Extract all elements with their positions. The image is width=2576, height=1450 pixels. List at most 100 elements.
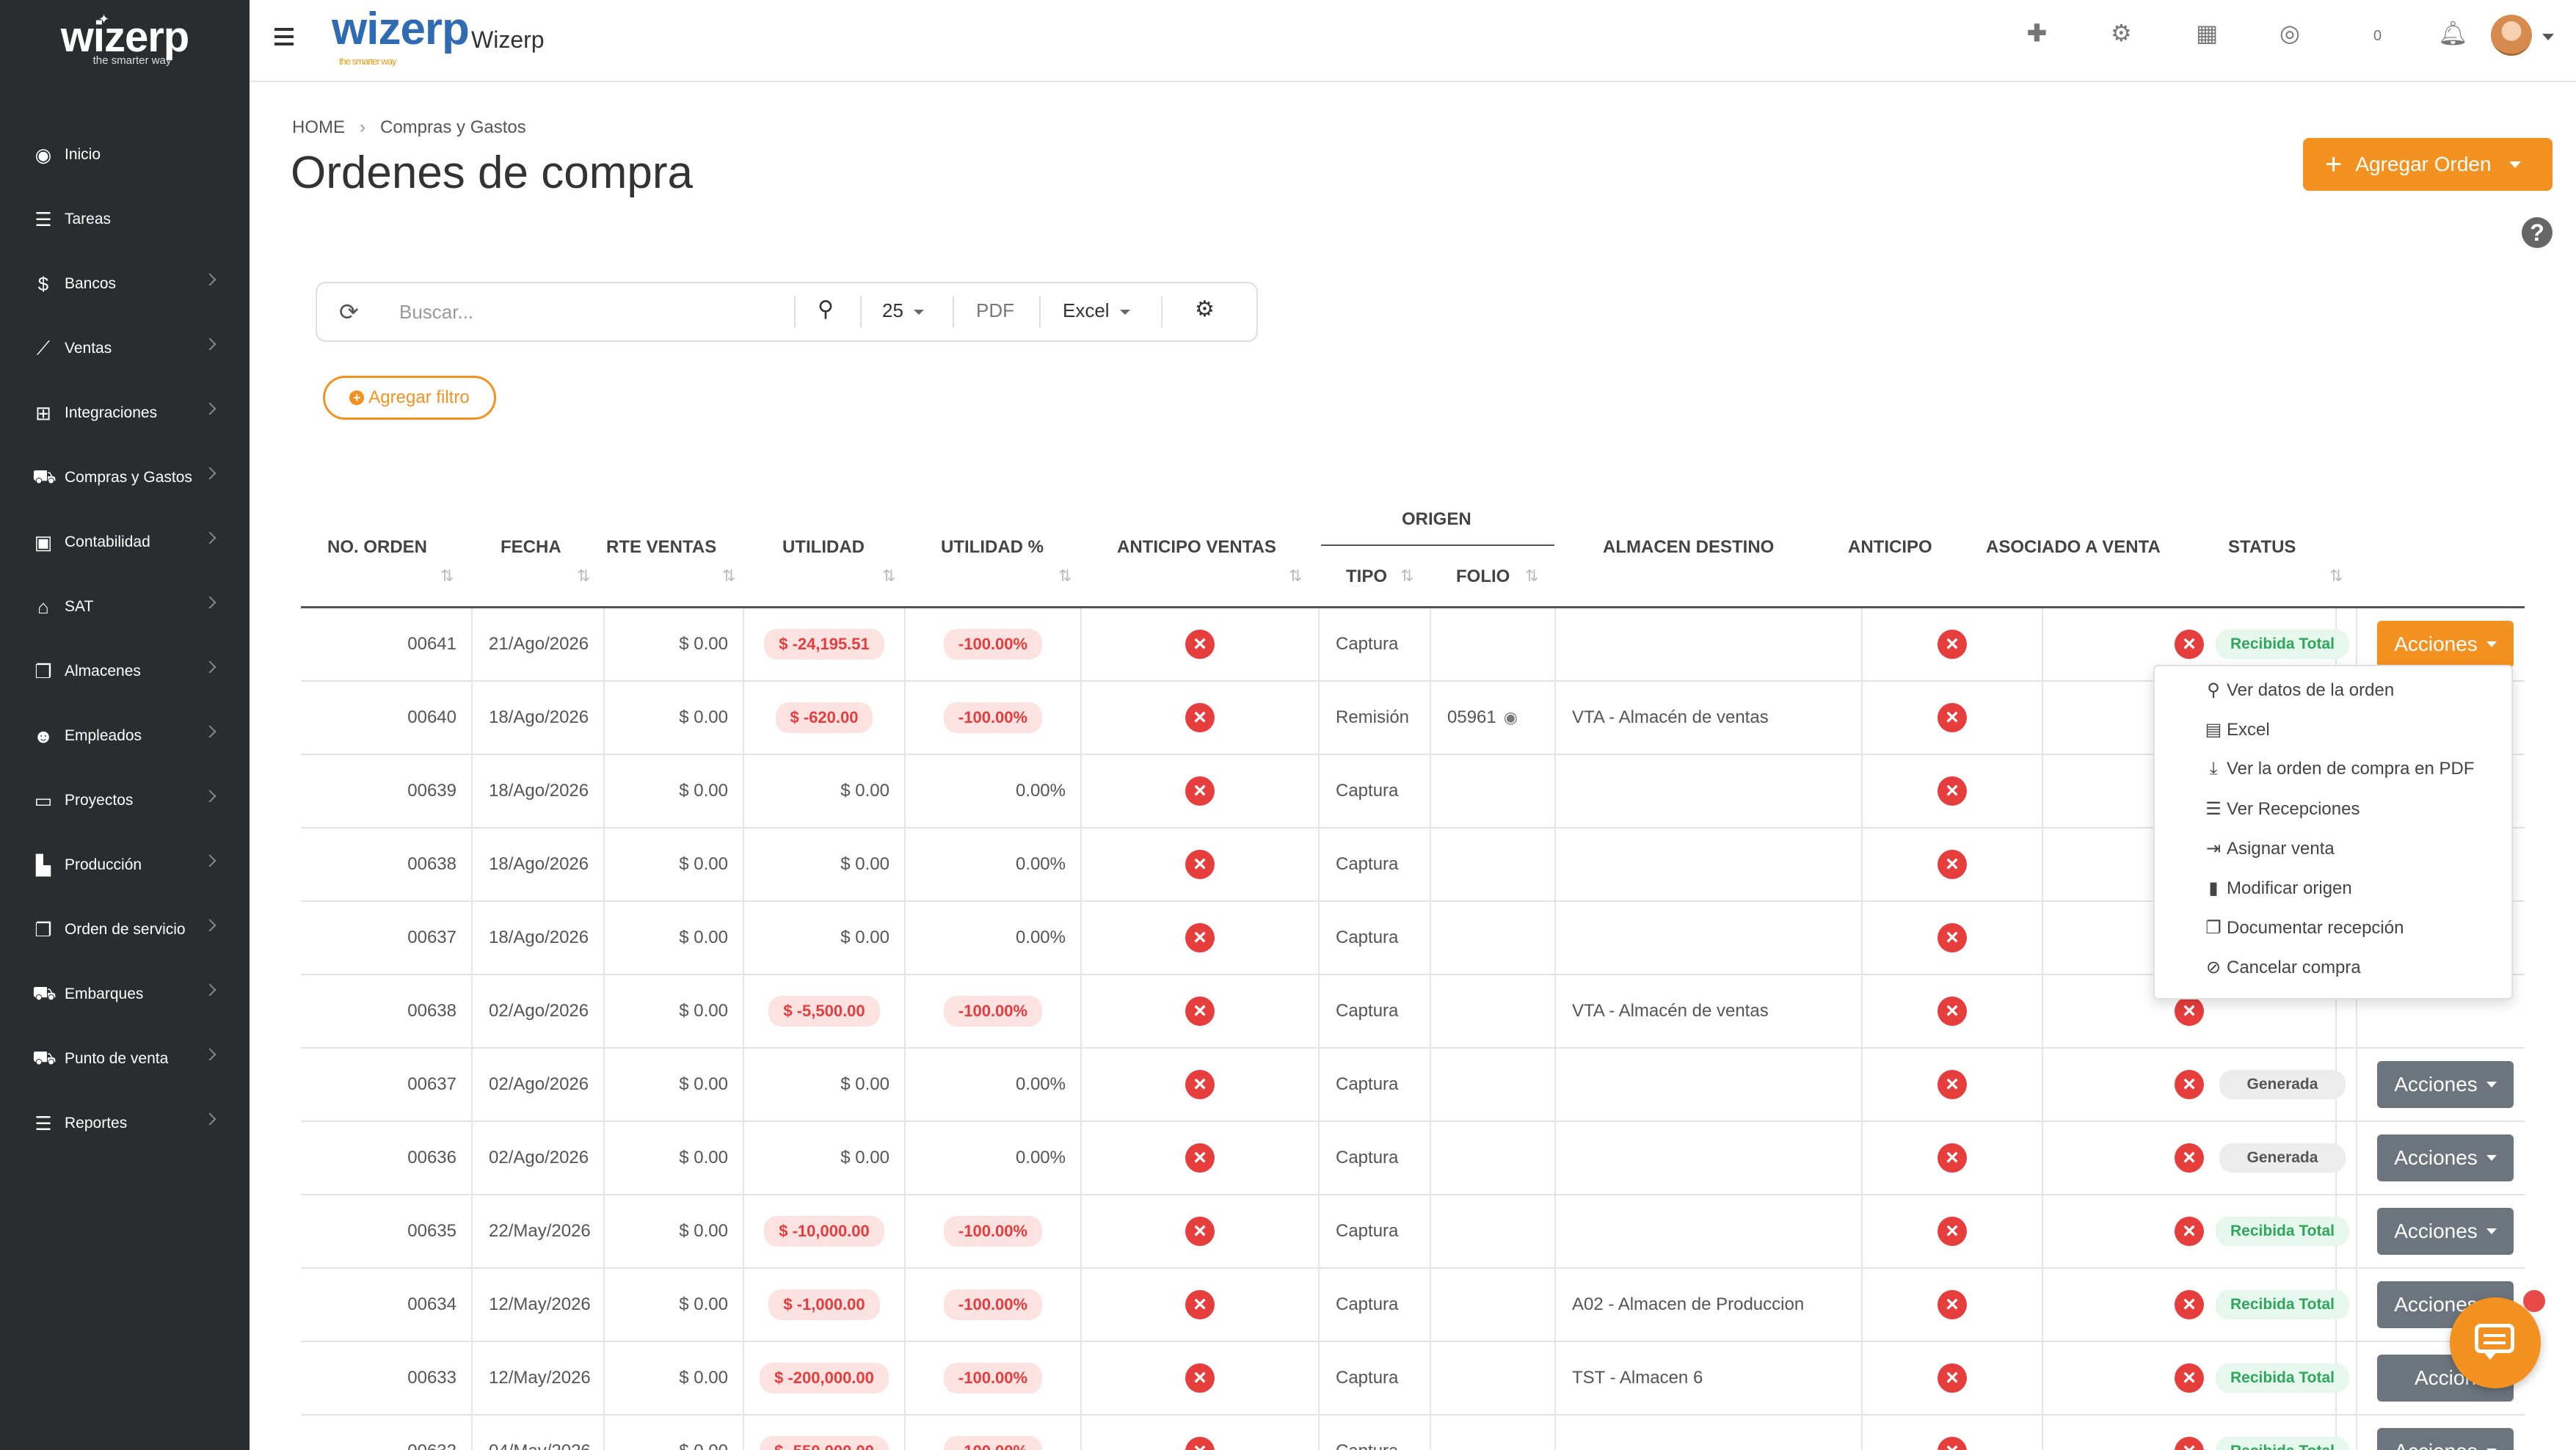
- order-number[interactable]: 00636: [407, 1148, 456, 1168]
- order-number[interactable]: 00635: [407, 1221, 456, 1242]
- pdf-button[interactable]: PDF: [976, 299, 1014, 322]
- dropdown-item-1[interactable]: ▤ Excel: [2203, 719, 2270, 740]
- dropdown-item-5[interactable]: ▮ Modificar origen: [2203, 878, 2351, 899]
- page-size-select[interactable]: 25: [882, 299, 924, 322]
- add-order-button[interactable]: + Agregar Orden: [2303, 138, 2553, 191]
- actions-button[interactable]: Acciones: [2377, 1428, 2514, 1450]
- breadcrumb-current[interactable]: Compras y Gastos: [380, 117, 526, 137]
- actions-button[interactable]: Acciones: [2377, 1208, 2514, 1255]
- col-utilidad[interactable]: UTILIDAD: [782, 537, 865, 558]
- table-row[interactable]: 00632 04/May/2026 $ 0.00 $ -550,000.00 -100.…: [301, 1416, 2525, 1450]
- actions-button[interactable]: Acciones: [2377, 1061, 2514, 1108]
- order-number[interactable]: 00637: [407, 928, 456, 948]
- sidebar-item-6[interactable]: ▣ Contabilidad: [0, 510, 250, 575]
- order-number[interactable]: 00638: [407, 1001, 456, 1021]
- topbar-logo[interactable]: wizerp the smarter way: [332, 3, 470, 67]
- col-importe-ventas[interactable]: RTE VENTAS: [606, 537, 716, 558]
- hamburger-menu-icon[interactable]: [274, 28, 294, 50]
- add-filter-button[interactable]: + Agregar filtro: [323, 376, 496, 420]
- sidebar-item-15[interactable]: ☰ Reportes: [0, 1091, 250, 1156]
- sidebar-logo[interactable]: ✦ wizerp the smarter way: [0, 12, 250, 85]
- table-row[interactable]: 00634 12/May/2026 $ 0.00 $ -1,000.00 -100.00…: [301, 1269, 2525, 1342]
- dropdown-item-2[interactable]: ⤓ Ver la orden de compra en PDF: [2203, 759, 2475, 779]
- gear-icon[interactable]: ⚙: [1195, 296, 1215, 322]
- order-number[interactable]: 00640: [407, 707, 456, 728]
- bell-icon[interactable]: 🔔︎: [2438, 19, 2468, 47]
- sidebar-item-5[interactable]: ⛟ Compras y Gastos: [0, 445, 250, 510]
- sort-icon[interactable]: ⇅: [722, 566, 735, 586]
- sidebar-item-label: Proyectos: [65, 792, 134, 809]
- origen-folio[interactable]: 05961: [1447, 707, 1496, 728]
- sidebar-item-10[interactable]: ▭ Proyectos: [0, 768, 250, 833]
- col-folio[interactable]: FOLIO: [1456, 566, 1510, 587]
- col-anticipo[interactable]: ANTICIPO: [1848, 537, 1932, 558]
- sidebar-item-9[interactable]: ☻ Empleados: [0, 704, 250, 768]
- sort-icon[interactable]: ⇅: [577, 566, 590, 586]
- sort-icon[interactable]: ⇅: [1289, 566, 1302, 586]
- sidebar-item-label: Almacenes: [65, 663, 141, 680]
- order-number[interactable]: 00637: [407, 1074, 456, 1095]
- topbar-logo-tagline: the smarter way: [339, 56, 396, 67]
- order-number[interactable]: 00639: [407, 781, 456, 801]
- table-row[interactable]: 00636 02/Ago/2026 $ 0.00 $ 0.00 0.00% × Captur…: [301, 1122, 2525, 1195]
- chat-widget-button[interactable]: [2450, 1297, 2541, 1388]
- cell-tipo: Captura: [1320, 1342, 1431, 1414]
- table-row[interactable]: 00633 12/May/2026 $ 0.00 $ -200,000.00 -100.…: [301, 1342, 2525, 1416]
- sort-icon[interactable]: ⇅: [440, 566, 454, 586]
- refresh-icon[interactable]: ⟳: [339, 298, 359, 326]
- sidebar-item-7[interactable]: ⌂ SAT: [0, 575, 250, 639]
- chevron-down-icon[interactable]: [2542, 34, 2554, 40]
- search-icon[interactable]: ⚲: [818, 296, 834, 322]
- sort-icon[interactable]: ⇅: [2329, 566, 2343, 586]
- dropdown-item-label: Excel: [2227, 719, 2270, 740]
- sort-icon[interactable]: ⇅: [1058, 566, 1071, 586]
- order-number[interactable]: 00638: [407, 854, 456, 875]
- col-almacen-destino[interactable]: ALMACEN DESTINO: [1603, 537, 1774, 558]
- table-row[interactable]: 00637 02/Ago/2026 $ 0.00 $ 0.00 0.00% × Captur…: [301, 1049, 2525, 1122]
- col-utilidad-pct[interactable]: UTILIDAD %: [941, 537, 1044, 558]
- sidebar-item-4[interactable]: ⊞ Integraciones: [0, 381, 250, 445]
- sidebar-item-2[interactable]: $ Bancos: [0, 252, 250, 316]
- plus-icon[interactable]: ✚: [2027, 19, 2047, 47]
- sidebar-item-3[interactable]: ⟋ Ventas: [0, 316, 250, 381]
- sidebar-item-0[interactable]: ◉ Inicio: [0, 123, 250, 187]
- col-asociado-venta[interactable]: ASOCIADO A VENTA: [1986, 537, 2161, 558]
- dropdown-item-0[interactable]: ⚲ Ver datos de la orden: [2203, 680, 2394, 701]
- sidebar-item-13[interactable]: ⛟ Embarques: [0, 962, 250, 1027]
- dropdown-item-label: Cancelar compra: [2227, 957, 2361, 977]
- eye-icon[interactable]: ◉: [1504, 708, 1518, 727]
- col-anticipo-ventas[interactable]: ANTICIPO VENTAS: [1117, 537, 1276, 558]
- calendar-icon[interactable]: ▦: [2196, 19, 2218, 47]
- sidebar-item-12[interactable]: ❐ Orden de servicio: [0, 897, 250, 962]
- cell-utilidad: $ 0.00: [744, 1122, 906, 1194]
- dropdown-item-6[interactable]: ❐ Documentar recepción: [2203, 917, 2404, 939]
- actions-button[interactable]: Acciones: [2377, 621, 2514, 668]
- avatar[interactable]: [2491, 15, 2532, 56]
- order-number[interactable]: 00641: [407, 634, 456, 655]
- sidebar-item-14[interactable]: ⛟ Punto de venta: [0, 1027, 250, 1091]
- breadcrumb-home[interactable]: HOME: [292, 117, 345, 137]
- sidebar-item-8[interactable]: ❐ Almacenes: [0, 639, 250, 704]
- col-fecha[interactable]: FECHA: [501, 537, 561, 558]
- table-row[interactable]: 00635 22/May/2026 $ 0.00 $ -10,000.00 -100.0…: [301, 1195, 2525, 1269]
- dropdown-item-7[interactable]: ⊘ Cancelar compra: [2203, 957, 2361, 978]
- sort-icon[interactable]: ⇅: [882, 566, 895, 586]
- help-icon[interactable]: ?: [2522, 217, 2553, 248]
- sidebar-item-11[interactable]: ▙ Producción: [0, 833, 250, 897]
- sort-icon[interactable]: ⇅: [1400, 566, 1413, 586]
- support-icon[interactable]: ◎: [2280, 19, 2300, 47]
- order-number[interactable]: 00632: [407, 1441, 456, 1450]
- ban-icon: ⊘: [2205, 958, 2222, 977]
- gear-icon[interactable]: ⚙: [2111, 19, 2132, 47]
- sidebar-item-1[interactable]: ☰ Tareas: [0, 187, 250, 252]
- actions-button[interactable]: Acciones: [2377, 1134, 2514, 1181]
- col-status[interactable]: STATUS: [2228, 537, 2296, 558]
- dropdown-item-3[interactable]: ☰ Ver Recepciones: [2203, 798, 2359, 820]
- excel-select[interactable]: Excel: [1063, 299, 1130, 322]
- sort-icon[interactable]: ⇅: [1525, 566, 1538, 586]
- order-number[interactable]: 00634: [407, 1294, 456, 1315]
- order-number[interactable]: 00633: [407, 1368, 456, 1388]
- col-no-orden[interactable]: NO. ORDEN: [327, 537, 427, 558]
- dropdown-item-4[interactable]: ⇥ Asignar venta: [2203, 838, 2335, 859]
- col-tipo[interactable]: TIPO: [1346, 566, 1387, 587]
